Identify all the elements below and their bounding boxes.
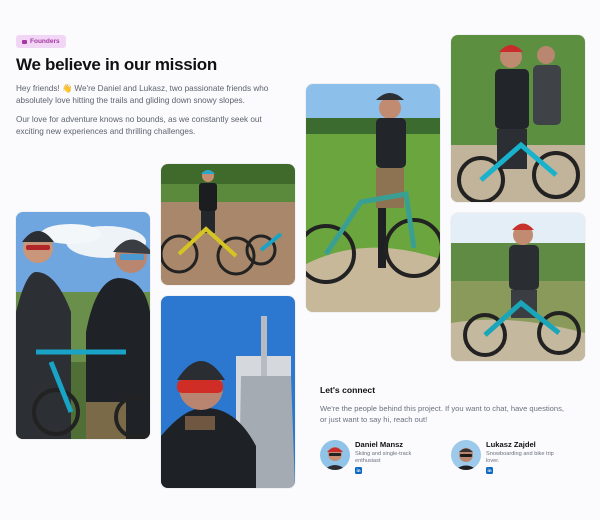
linkedin-icon[interactable]: in [486, 467, 493, 474]
avatar-daniel [320, 440, 350, 470]
linkedin-icon[interactable]: in [355, 467, 362, 474]
badge-icon [22, 39, 27, 44]
photo-rider-standing-bike [161, 164, 295, 285]
page-title: We believe in our mission [16, 55, 217, 74]
intro-paragraph-2: Our love for adventure knows no bounds, … [16, 115, 262, 136]
photo-two-riders-selfie [16, 212, 150, 439]
person-card-lukasz: Lukasz Zajdel Snowboarding and bike trip… [451, 440, 576, 480]
photo-rider-meadow [306, 84, 440, 312]
photo-skier-selfie [161, 296, 295, 488]
photo-rider-field [451, 213, 585, 361]
founders-badge: Founders [16, 35, 66, 48]
person-name: Daniel Mansz [355, 440, 404, 449]
badge-label: Founders [30, 38, 60, 45]
person-name: Lukasz Zajdel [486, 440, 536, 449]
intro-paragraph-1: Hey friends! 👋 We're Daniel and Lukasz, … [16, 84, 269, 105]
person-role: Snowboarding and bike trip lover. [486, 451, 554, 465]
photo-two-riders-bikes [451, 35, 585, 202]
connect-title: Let's connect [320, 385, 376, 395]
avatar-lukasz [451, 440, 481, 470]
person-card-daniel: Daniel Mansz Skiing and single-track ent… [320, 440, 445, 480]
connect-text: We're the people behind this project. If… [320, 404, 565, 424]
person-role: Skiing and single-track enthusiast [355, 451, 412, 465]
